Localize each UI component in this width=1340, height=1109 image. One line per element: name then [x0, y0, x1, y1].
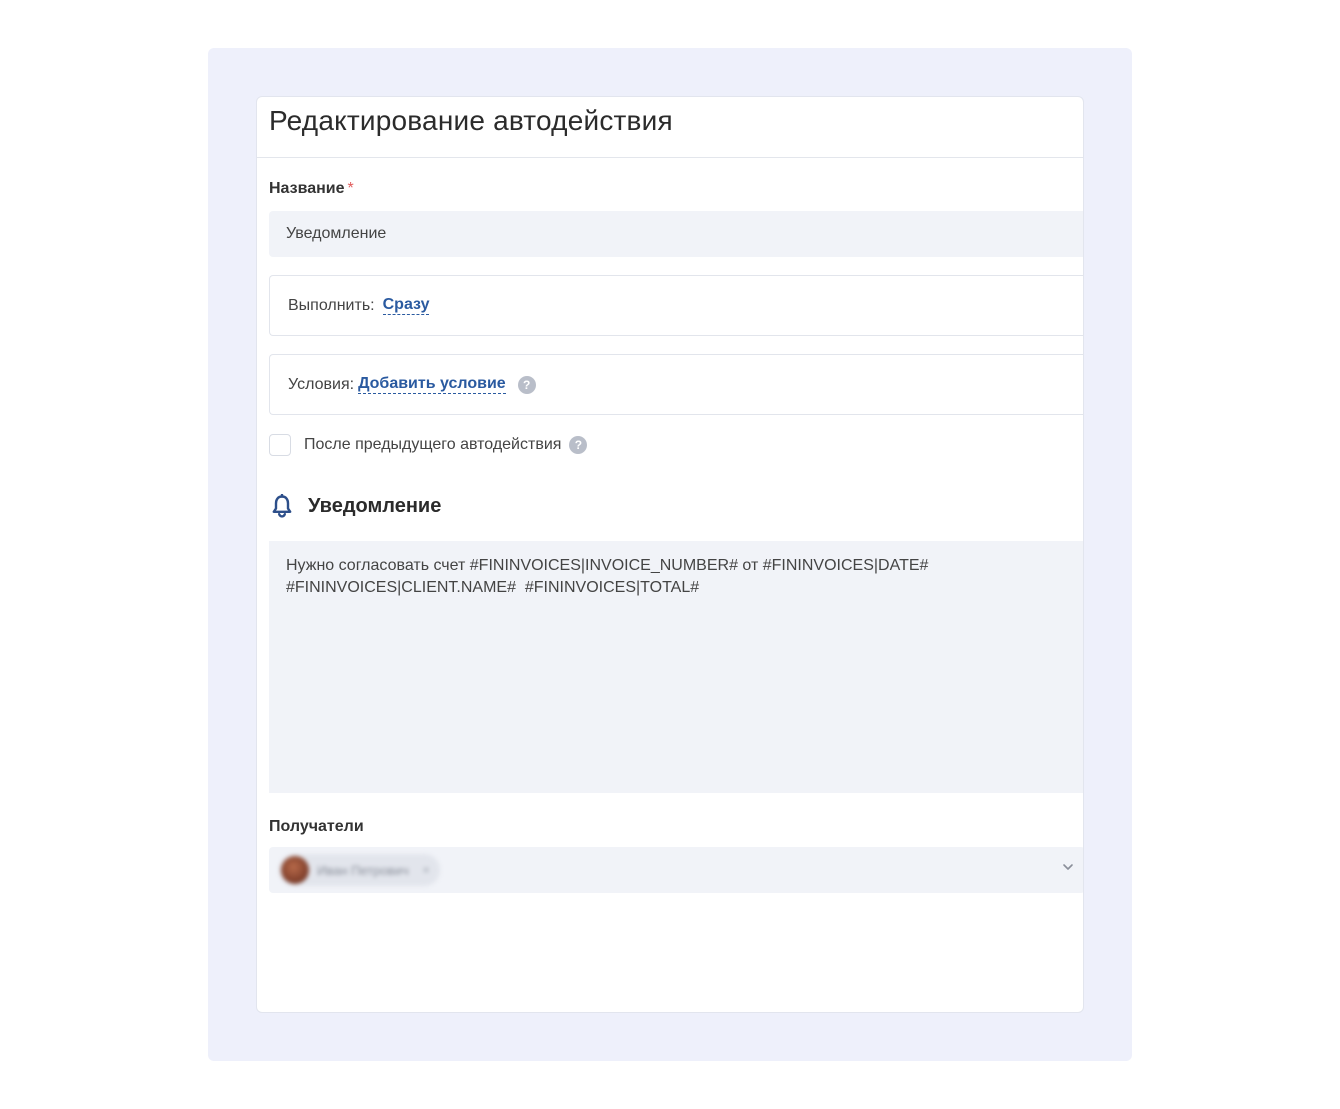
remove-recipient-icon[interactable]: ×: [423, 863, 430, 877]
outer-frame: Редактирование автодействия Название* Вы…: [208, 48, 1132, 1061]
question-circle-icon[interactable]: ?: [517, 375, 536, 394]
chevron-down-icon[interactable]: [1061, 860, 1075, 874]
execute-timing-link[interactable]: Сразу: [382, 296, 430, 315]
recipient-name: Иван Петрович: [317, 862, 409, 878]
name-label: Название *: [269, 180, 354, 198]
name-label-text: Название: [269, 180, 345, 197]
execute-label: Выполнить:: [288, 296, 375, 314]
question-circle-icon[interactable]: ?: [569, 436, 588, 454]
page-title: Редактирование автодействия: [269, 105, 673, 136]
edit-automation-card: Редактирование автодействия Название* Вы…: [256, 96, 1084, 1013]
required-mark: *: [347, 180, 354, 197]
conditions-row: Условия: Добавить условие ?: [269, 354, 1083, 415]
after-previous-row: После предыдущего автодействия ?: [269, 434, 588, 456]
notification-message-textarea[interactable]: Нужно согласовать счет #FININVOICES|INVO…: [269, 541, 1083, 793]
avatar: [281, 856, 309, 884]
conditions-label: Условия:: [288, 375, 355, 393]
recipient-chip[interactable]: Иван Петрович ×: [279, 854, 440, 886]
name-input[interactable]: [269, 211, 1083, 257]
card-header: Редактирование автодействия: [257, 97, 1083, 158]
after-previous-label[interactable]: После предыдущего автодействия: [304, 436, 561, 454]
execute-row: Выполнить: Сразу: [269, 275, 1083, 336]
add-condition-link[interactable]: Добавить условие: [358, 375, 506, 394]
recipients-select[interactable]: Иван Петрович ×: [269, 847, 1083, 893]
bell-icon: [272, 494, 292, 518]
notification-title: Уведомление: [308, 494, 442, 517]
notification-section-title: Уведомление: [271, 494, 441, 518]
after-previous-checkbox[interactable]: [269, 434, 291, 456]
recipients-label: Получатели: [269, 818, 364, 835]
